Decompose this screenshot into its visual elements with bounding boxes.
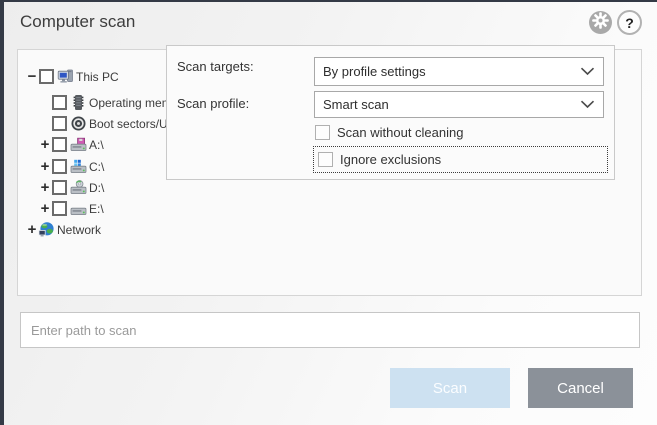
scan-without-cleaning-row[interactable]: Scan without cleaning	[315, 125, 463, 140]
scan-targets-dropdown[interactable]: By profile settings	[314, 57, 604, 86]
tree-item-label: D:\	[89, 181, 104, 195]
page-title: Computer scan	[20, 12, 135, 32]
memory-icon	[70, 94, 87, 111]
checkbox[interactable]	[52, 95, 67, 110]
tree-item-label: Network	[57, 223, 101, 237]
expand-icon[interactable]: +	[39, 160, 51, 174]
tree-item-drive-e[interactable]: + E:\	[39, 198, 104, 219]
chevron-down-icon	[580, 96, 595, 114]
tree-item-label: This PC	[76, 70, 119, 84]
scan-profile-label: Scan profile:	[177, 96, 249, 111]
expand-icon[interactable]: +	[39, 138, 51, 152]
tree-item-drive-c[interactable]: + C:\	[39, 156, 104, 177]
gear-icon	[589, 9, 612, 37]
expand-icon[interactable]: +	[39, 202, 51, 216]
boot-sector-icon	[70, 115, 87, 132]
checkbox[interactable]	[52, 116, 67, 131]
expand-icon[interactable]: +	[39, 181, 51, 195]
tree-item-label: A:\	[89, 138, 104, 152]
tree-item-this-pc[interactable]: − This PC	[26, 66, 119, 87]
checkbox[interactable]	[52, 180, 67, 195]
expand-icon[interactable]: +	[26, 223, 38, 237]
help-button[interactable]: ?	[617, 10, 642, 35]
scan-profile-dropdown[interactable]: Smart scan	[314, 91, 604, 118]
cancel-button[interactable]: Cancel	[528, 368, 633, 408]
computer-scan-dialog: Computer scan ?	[0, 0, 657, 425]
drive-icon	[70, 200, 87, 217]
cd-drive-icon	[70, 179, 87, 196]
tree-item-drive-a[interactable]: + A:\	[39, 134, 104, 155]
question-icon: ?	[625, 15, 634, 31]
checkbox[interactable]	[318, 152, 333, 167]
tree-item-drive-d[interactable]: + D:\	[39, 177, 104, 198]
tree-item-label: C:\	[89, 160, 104, 174]
window-frame-top	[0, 0, 657, 2]
window-frame-left	[0, 0, 4, 425]
scan-targets-label: Scan targets:	[177, 59, 254, 74]
path-input[interactable]	[20, 312, 640, 348]
ignore-exclusions-row[interactable]: Ignore exclusions	[313, 146, 608, 173]
this-pc-icon	[57, 68, 74, 85]
tree-item-boot-sectors[interactable]: Boot sectors/UEFI	[39, 113, 186, 134]
network-icon	[38, 221, 55, 238]
tree-item-network[interactable]: + Network	[26, 219, 101, 240]
checkbox[interactable]	[39, 69, 54, 84]
system-drive-icon	[70, 158, 87, 175]
scan-button[interactable]: Scan	[390, 368, 510, 408]
floppy-drive-icon	[70, 136, 87, 153]
checkbox-label: Ignore exclusions	[340, 152, 441, 167]
checkbox[interactable]	[52, 137, 67, 152]
checkbox-label: Scan without cleaning	[337, 125, 463, 140]
checkbox[interactable]	[52, 159, 67, 174]
checkbox[interactable]	[52, 201, 67, 216]
scan-options-panel: Scan targets: By profile settings Scan p…	[166, 45, 615, 180]
collapse-icon[interactable]: −	[26, 70, 38, 84]
scan-targets-value: By profile settings	[323, 64, 580, 79]
settings-button[interactable]	[589, 11, 612, 34]
checkbox[interactable]	[315, 125, 330, 140]
tree-item-label: E:\	[89, 202, 104, 216]
scan-profile-value: Smart scan	[323, 97, 580, 112]
chevron-down-icon	[580, 63, 595, 81]
